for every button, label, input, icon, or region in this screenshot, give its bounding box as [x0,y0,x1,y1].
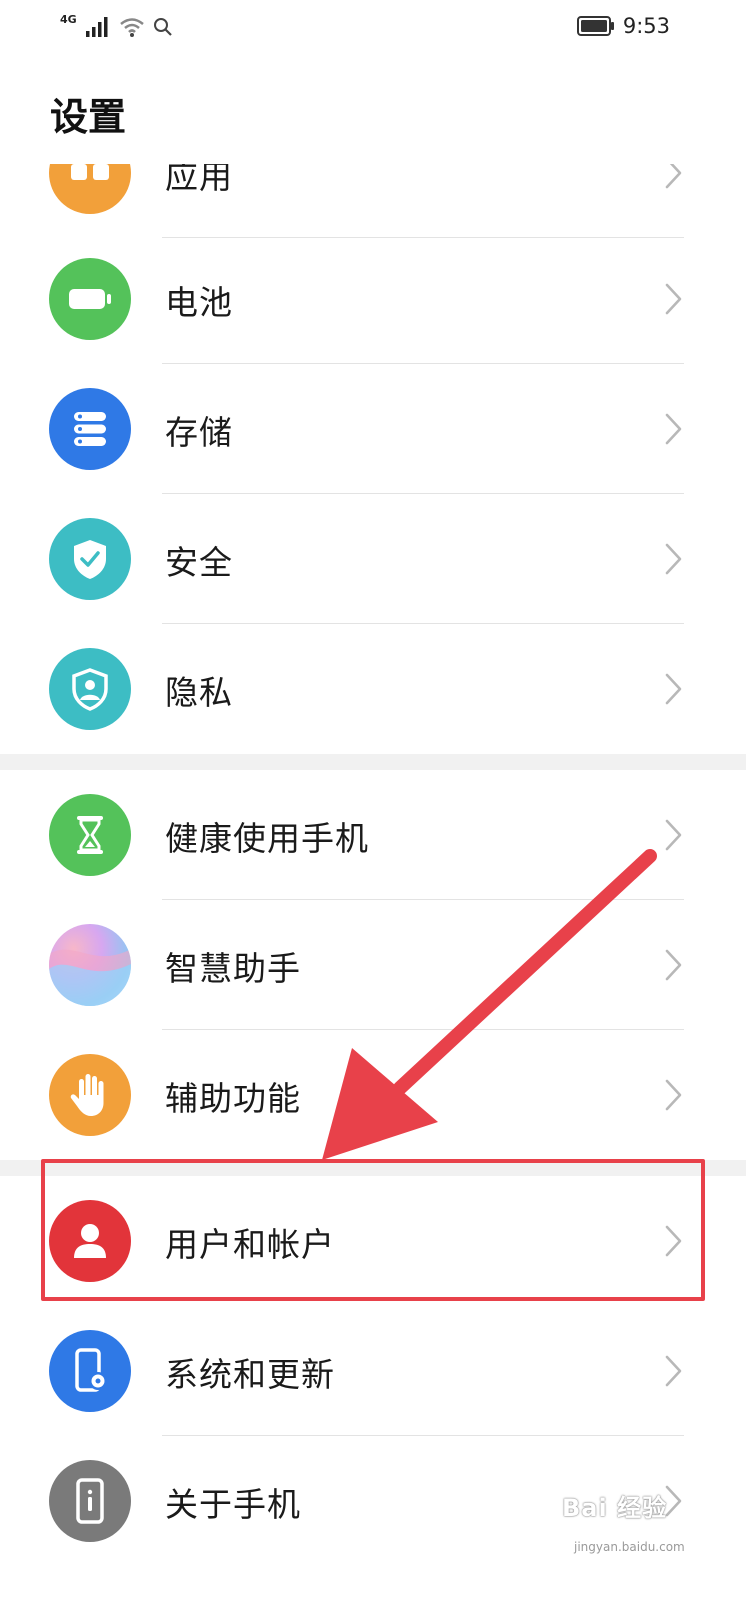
settings-item-system-update[interactable]: 系统和更新 [0,1306,746,1436]
settings-item-digital-balance[interactable]: 健康使用手机 [0,770,746,900]
status-right: 9:53 [576,14,670,38]
item-label: 电池 [165,283,233,322]
chevron-right-icon [665,949,682,981]
wifi-icon [119,18,144,37]
chevron-right-icon [665,283,682,315]
item-label: 健康使用手机 [165,819,369,858]
chevron-right-icon [665,819,682,851]
watermark: Bai 经验 [562,1494,668,1522]
assistant-icon [49,924,131,1006]
chevron-right-icon [665,543,682,575]
phone-info-icon [49,1460,131,1542]
chevron-right-icon [665,673,682,705]
status-bar: 4G 9:53 [0,0,746,56]
network-type: 4G [60,12,77,26]
item-label: 智慧助手 [165,949,301,988]
section-gap [0,754,746,770]
item-label: 辅助功能 [165,1079,301,1118]
battery-icon [576,16,614,36]
storage-icon [49,388,131,470]
settings-item-battery[interactable]: 电池 [0,234,746,364]
chevron-right-icon [665,1079,682,1111]
highlight-box [41,1159,705,1301]
page-title-overlay: 设置 [50,95,127,139]
chevron-right-icon [665,1355,682,1387]
item-label: 安全 [165,543,233,582]
phone-gear-icon [49,1330,131,1412]
hourglass-icon [49,794,131,876]
status-left: 4G [60,12,173,42]
chevron-right-icon [665,413,682,445]
signal-icon [85,17,108,37]
settings-item-privacy[interactable]: 隐私 [0,624,746,754]
watermark-url: jingyan.baidu.com [574,1540,685,1554]
battery-icon [49,258,131,340]
item-label: 关于手机 [165,1485,301,1524]
settings-item-accessibility[interactable]: 辅助功能 [0,1030,746,1160]
search-icon [153,18,172,36]
item-label: 隐私 [165,673,233,712]
shield-check-icon [49,518,131,600]
item-label: 系统和更新 [165,1355,335,1394]
settings-item-assistant[interactable]: 智慧助手 [0,900,746,1030]
hand-icon [49,1054,131,1136]
privacy-shield-icon [49,648,131,730]
item-label: 存储 [165,413,233,452]
clock: 9:53 [622,14,670,38]
settings-item-security[interactable]: 安全 [0,494,746,624]
settings-item-storage[interactable]: 存储 [0,364,746,494]
